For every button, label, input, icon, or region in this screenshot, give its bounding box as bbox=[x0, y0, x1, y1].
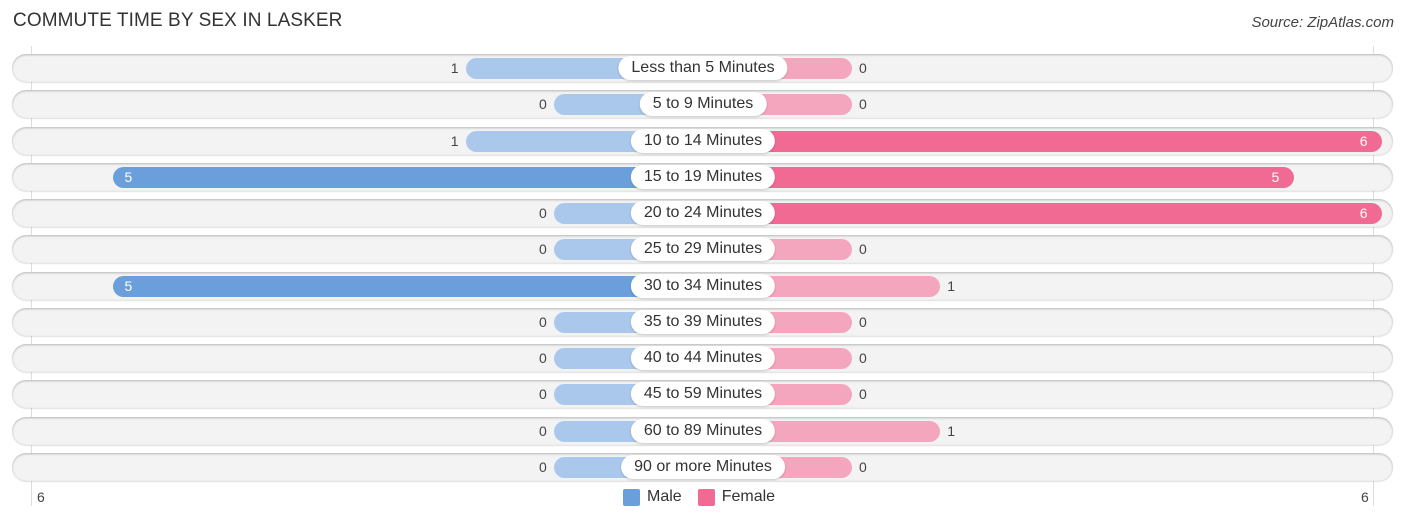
male-value-label: 0 bbox=[539, 240, 547, 257]
female-bar bbox=[703, 166, 1294, 188]
male-value-label: 0 bbox=[539, 204, 547, 221]
male-value-label: 0 bbox=[539, 422, 547, 439]
category-label: 35 to 39 Minutes bbox=[630, 310, 776, 334]
category-label: 10 to 14 Minutes bbox=[630, 129, 776, 153]
male-value-label: 0 bbox=[539, 313, 547, 330]
female-value-label: 0 bbox=[859, 458, 867, 475]
female-bar bbox=[703, 202, 1382, 224]
male-bar bbox=[112, 166, 703, 188]
category-label: 40 to 44 Minutes bbox=[630, 346, 776, 370]
female-value-label: 1 bbox=[947, 422, 956, 439]
female-bar bbox=[703, 130, 1382, 152]
category-label: 45 to 59 Minutes bbox=[630, 382, 776, 406]
female-value-label: 0 bbox=[859, 313, 867, 330]
category-label: Less than 5 Minutes bbox=[618, 56, 788, 80]
female-value-label: 1 bbox=[947, 277, 956, 294]
male-value-label: 1 bbox=[450, 59, 459, 76]
male-value-label: 0 bbox=[539, 458, 547, 475]
category-label: 20 to 24 Minutes bbox=[630, 201, 776, 225]
male-value-label: 5 bbox=[124, 168, 133, 185]
female-value-label: 0 bbox=[859, 95, 867, 112]
category-label: 25 to 29 Minutes bbox=[630, 237, 776, 261]
category-label: 60 to 89 Minutes bbox=[630, 419, 776, 443]
legend-item-female: Female bbox=[697, 488, 776, 506]
male-value-label: 0 bbox=[539, 349, 547, 366]
female-swatch bbox=[697, 488, 715, 506]
legend-label-female: Female bbox=[721, 488, 776, 505]
axis-right-label: 6 bbox=[1361, 489, 1369, 505]
female-value-label: 6 bbox=[1359, 204, 1368, 221]
source-label: Source: ZipAtlas.com bbox=[1251, 14, 1394, 31]
female-value-label: 0 bbox=[859, 349, 867, 366]
category-label: 30 to 34 Minutes bbox=[630, 274, 776, 298]
chart-title: COMMUTE TIME BY SEX IN LASKER bbox=[13, 10, 343, 31]
male-value-label: 1 bbox=[450, 132, 459, 149]
male-bar bbox=[112, 275, 703, 297]
legend-label-male: Male bbox=[647, 488, 682, 505]
category-label: 5 to 9 Minutes bbox=[639, 92, 767, 116]
category-label: 90 or more Minutes bbox=[621, 455, 785, 479]
male-value-label: 0 bbox=[539, 385, 547, 402]
female-value-label: 6 bbox=[1359, 132, 1368, 149]
male-value-label: 5 bbox=[124, 277, 133, 294]
female-value-label: 0 bbox=[859, 240, 867, 257]
category-label: 15 to 19 Minutes bbox=[630, 165, 776, 189]
female-value-label: 0 bbox=[859, 59, 867, 76]
male-swatch bbox=[623, 488, 640, 506]
female-value-label: 5 bbox=[1271, 168, 1280, 185]
legend: Male Female bbox=[623, 488, 791, 506]
legend-item-male: Male bbox=[623, 488, 682, 506]
female-value-label: 0 bbox=[859, 385, 867, 402]
axis-left-label: 6 bbox=[37, 489, 45, 505]
male-value-label: 0 bbox=[539, 95, 547, 112]
